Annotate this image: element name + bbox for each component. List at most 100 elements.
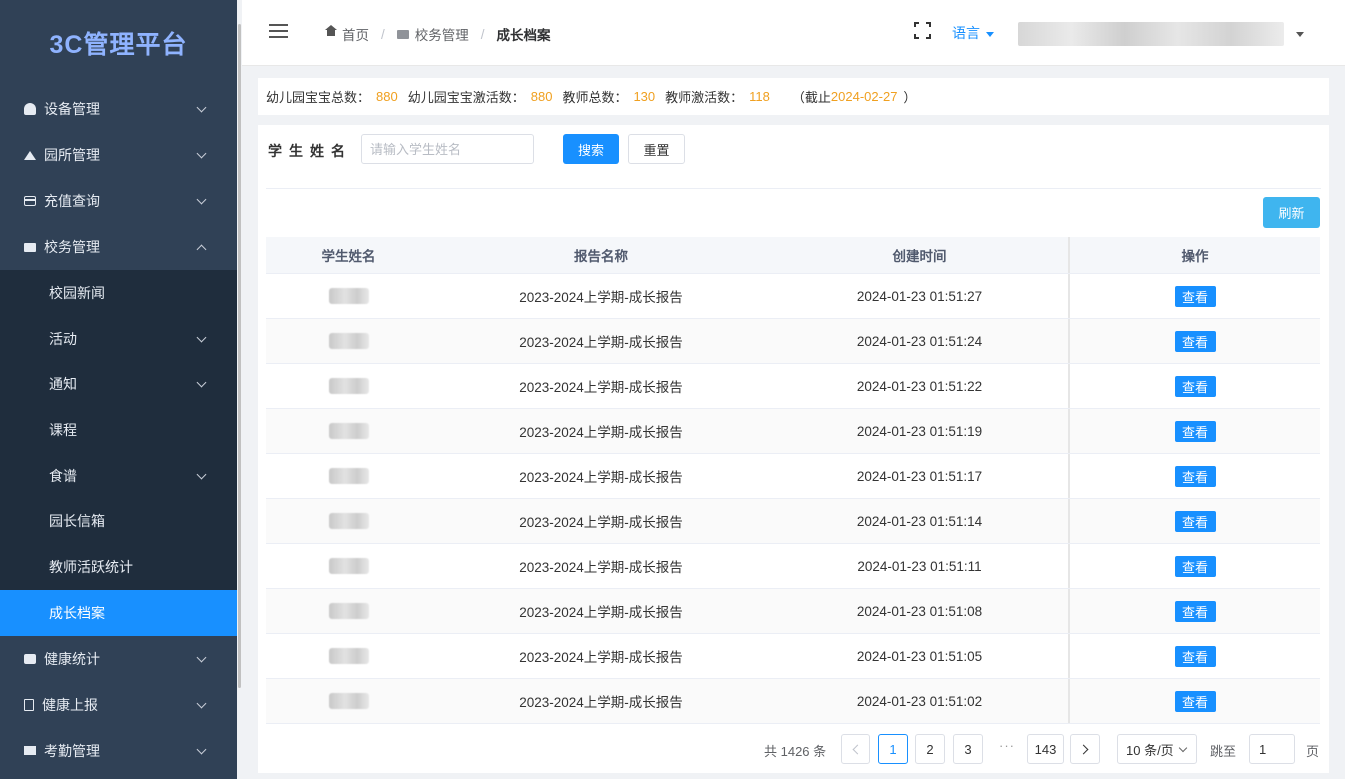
chevron-right-icon bbox=[1078, 744, 1089, 754]
table-row: 2023-2024上学期-成长报告 2024-01-23 01:51:27 查看 bbox=[266, 274, 1320, 319]
sidebar-item-device[interactable]: 设备管理 bbox=[0, 86, 237, 132]
caret-down-icon bbox=[986, 31, 994, 37]
student-name-input[interactable] bbox=[361, 134, 534, 164]
redacted-name bbox=[328, 378, 369, 394]
reset-button[interactable]: 重置 bbox=[628, 134, 685, 164]
table-row: 2023-2024上学期-成长报告 2024-01-23 01:51:24 查看 bbox=[266, 319, 1320, 364]
asof-suffix: ） bbox=[903, 90, 917, 105]
prev-page-button[interactable] bbox=[841, 734, 870, 764]
student-name-cell bbox=[266, 589, 431, 633]
report-name-cell: 2023-2024上学期-成长报告 bbox=[519, 380, 683, 395]
search-button[interactable]: 搜索 bbox=[563, 134, 619, 164]
kids-active-label: 幼儿园宝宝激活数： bbox=[407, 90, 525, 105]
asof-date: 2024-02-27 bbox=[830, 89, 898, 104]
kids-total-label: 幼儿园宝宝总数： bbox=[266, 90, 371, 105]
report-name-cell: 2023-2024上学期-成长报告 bbox=[519, 425, 683, 440]
report-name-cell: 2023-2024上学期-成长报告 bbox=[519, 605, 683, 620]
sidebar-item-recharge[interactable]: 充值查询 bbox=[0, 178, 237, 224]
refresh-button[interactable]: 刷新 bbox=[1263, 197, 1320, 228]
sidebar-subitem-teacher-activity[interactable]: 教师活跃统计 bbox=[0, 544, 237, 590]
sidebar-subitem-label: 食谱 bbox=[49, 467, 77, 484]
page-button[interactable]: 1 bbox=[878, 734, 908, 764]
page-button[interactable]: 143 bbox=[1027, 734, 1064, 764]
chevron-down-icon bbox=[196, 194, 207, 205]
chevron-down-icon bbox=[196, 469, 207, 480]
sidebar-item-attendance[interactable]: 考勤管理 bbox=[0, 728, 237, 774]
view-button[interactable]: 查看 bbox=[1174, 285, 1216, 307]
page-button[interactable]: 2 bbox=[915, 734, 945, 764]
chevron-left-icon bbox=[852, 744, 862, 754]
sidebar-item-school[interactable]: 园所管理 bbox=[0, 132, 237, 178]
student-name-cell bbox=[266, 409, 431, 453]
chevron-down-icon bbox=[196, 102, 207, 113]
page-size-select[interactable]: 10 条/页 bbox=[1117, 734, 1197, 764]
sidebar-subitem-growth-archive[interactable]: 成长档案 bbox=[0, 589, 237, 636]
redacted-name bbox=[328, 513, 369, 529]
created-time-cell: 2024-01-23 01:51:24 bbox=[856, 333, 983, 349]
fullscreen-icon[interactable] bbox=[914, 22, 931, 39]
sidebar-subitem-label: 教师活跃统计 bbox=[49, 558, 133, 575]
sidebar-scrollbar[interactable] bbox=[238, 24, 241, 688]
caret-down-icon[interactable] bbox=[1296, 32, 1304, 37]
view-button[interactable]: 查看 bbox=[1174, 330, 1216, 352]
actions-cell: 查看 bbox=[1068, 544, 1320, 588]
view-button[interactable]: 查看 bbox=[1174, 555, 1216, 577]
sidebar-subitem-mailbox[interactable]: 园长信箱 bbox=[0, 498, 237, 544]
sidebar-item-label: 健康上报 bbox=[42, 696, 98, 713]
sidebar-item-school-affairs[interactable]: 校务管理 bbox=[0, 224, 237, 270]
sidebar-item-health-stats[interactable]: 健康统计 bbox=[0, 636, 237, 682]
main-card: 学生姓名 搜索 重置 刷新 学生姓名 报告名称 创建时间 操作 2023-202… bbox=[258, 125, 1329, 773]
kids-total-value: 880 bbox=[376, 89, 398, 104]
student-name-cell bbox=[266, 544, 431, 588]
redacted-name bbox=[328, 558, 369, 574]
report-icon bbox=[24, 698, 34, 711]
sidebar-subitem-label: 园长信箱 bbox=[49, 513, 105, 530]
chevron-down-icon bbox=[196, 744, 207, 754]
jump-page-input[interactable] bbox=[1249, 734, 1295, 764]
student-name-cell bbox=[266, 274, 431, 318]
growth-archive-table: 学生姓名 报告名称 创建时间 操作 2023-2024上学期-成长报告 2024… bbox=[266, 237, 1320, 724]
sidebar-subitem-label: 成长档案 bbox=[49, 604, 105, 621]
view-button[interactable]: 查看 bbox=[1174, 375, 1216, 397]
table-row: 2023-2024上学期-成长报告 2024-01-23 01:51:19 查看 bbox=[266, 409, 1320, 454]
sidebar-subitem-activity[interactable]: 活动 bbox=[0, 316, 237, 362]
created-time-cell: 2024-01-23 01:51:05 bbox=[856, 648, 983, 664]
student-name-cell bbox=[266, 319, 431, 363]
language-dropdown[interactable]: 语言 bbox=[952, 23, 994, 43]
student-name-label: 学生姓名 bbox=[268, 143, 352, 159]
sidebar-item-health-report[interactable]: 健康上报 bbox=[0, 682, 237, 728]
sidebar-subitem-label: 活动 bbox=[49, 330, 77, 347]
created-time-cell: 2024-01-23 01:51:17 bbox=[856, 468, 983, 484]
view-button[interactable]: 查看 bbox=[1174, 420, 1216, 442]
redacted-name bbox=[328, 693, 369, 709]
teachers-total-label: 教师总数： bbox=[562, 90, 628, 105]
sidebar-subitem-notice[interactable]: 通知 bbox=[0, 361, 237, 407]
next-page-button[interactable] bbox=[1070, 734, 1100, 764]
breadcrumb-school-affairs[interactable]: 校务管理 bbox=[415, 24, 469, 44]
breadcrumb-home[interactable]: 首页 bbox=[342, 24, 369, 44]
table-row: 2023-2024上学期-成长报告 2024-01-23 01:51:08 查看 bbox=[266, 589, 1320, 634]
view-button[interactable]: 查看 bbox=[1174, 465, 1216, 487]
sidebar-subitem-course[interactable]: 课程 bbox=[0, 407, 237, 453]
view-button[interactable]: 查看 bbox=[1174, 600, 1216, 622]
sidebar-subitem-news[interactable]: 校园新闻 bbox=[0, 270, 237, 316]
pagination-ellipsis[interactable]: ··· bbox=[999, 738, 1015, 753]
view-button[interactable]: 查看 bbox=[1174, 510, 1216, 532]
chevron-down-icon bbox=[1178, 743, 1188, 753]
hamburger-icon[interactable] bbox=[269, 24, 288, 38]
page-button[interactable]: 3 bbox=[953, 734, 983, 764]
table-header: 学生姓名 报告名称 创建时间 操作 bbox=[266, 237, 1320, 274]
table-row: 2023-2024上学期-成长报告 2024-01-23 01:51:05 查看 bbox=[266, 634, 1320, 679]
redacted-name bbox=[328, 468, 369, 484]
user-info-redacted[interactable] bbox=[1018, 22, 1284, 46]
mail-icon bbox=[24, 242, 36, 252]
student-name-cell bbox=[266, 634, 431, 678]
page-size-value: 10 条/页 bbox=[1126, 742, 1174, 758]
redacted-name bbox=[328, 423, 369, 439]
pagination: 共 1426 条 1 2 3 ··· 143 10 条/页 跳至 页 bbox=[258, 734, 1329, 764]
actions-cell: 查看 bbox=[1068, 319, 1320, 363]
view-button[interactable]: 查看 bbox=[1174, 645, 1216, 667]
sidebar-item-label: 充值查询 bbox=[44, 193, 100, 209]
sidebar-subitem-recipe[interactable]: 食谱 bbox=[0, 453, 237, 499]
view-button[interactable]: 查看 bbox=[1174, 690, 1216, 712]
